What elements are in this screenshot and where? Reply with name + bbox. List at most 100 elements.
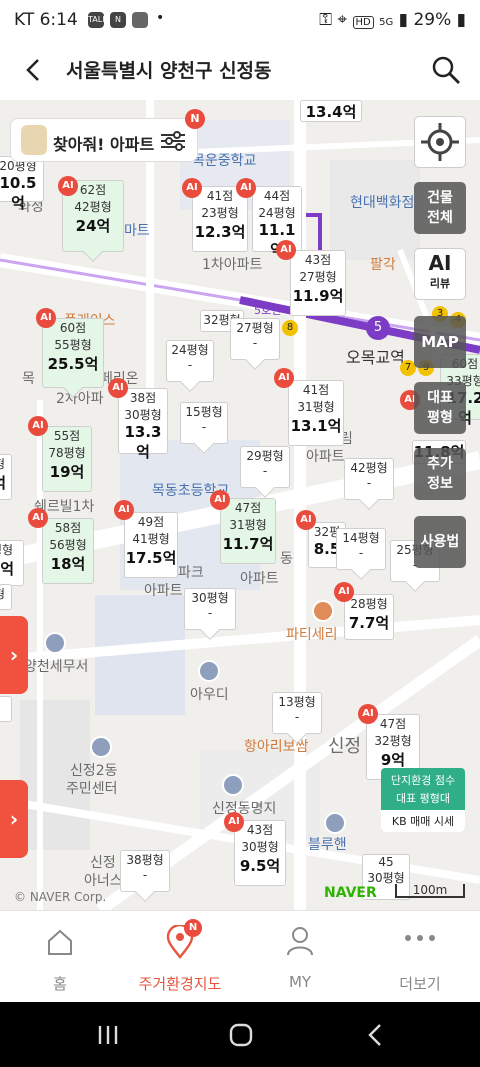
- apartment-marker[interactable]: 43점 30평형 9.5억: [234, 820, 286, 886]
- apartment-marker[interactable]: 43점 27평형 11.9억: [290, 250, 346, 316]
- poi-mok: 목: [22, 371, 35, 387]
- poi-palgak: 팔각: [370, 257, 396, 273]
- apartment-marker[interactable]: 30평형 -: [184, 588, 236, 640]
- ai-badge: AI: [334, 582, 354, 602]
- legend-size: 대표 평형대: [395, 792, 451, 805]
- apartment-marker[interactable]: 억: [0, 696, 12, 722]
- apartment-marker[interactable]: 29평형 -: [240, 446, 290, 498]
- apartment-marker[interactable]: 20평형 10.5억: [0, 156, 44, 212]
- building-all-button[interactable]: 건물 전체: [414, 182, 466, 234]
- apartment-marker[interactable]: 15평형 -: [180, 402, 228, 454]
- how-to-use-button[interactable]: 사용법: [414, 516, 466, 568]
- apartment-marker[interactable]: 38점 30평형 13.3억: [118, 388, 168, 461]
- apartment-marker[interactable]: 27평형 -: [230, 318, 280, 370]
- community-center-icon: [90, 736, 112, 758]
- bottom-navigation: 홈 N 주거환경지도 MY 더보기: [0, 910, 480, 1002]
- dot-icon: •: [156, 10, 165, 26]
- recent-apps-icon[interactable]: [96, 1024, 120, 1046]
- poi-school-mogun: 목운중학교: [192, 153, 257, 169]
- ai-review-button[interactable]: AI 리뷰: [414, 248, 466, 300]
- talk-icon: TALK: [88, 12, 107, 28]
- app-icon: [132, 12, 148, 28]
- home-icon: [48, 929, 72, 955]
- back-system-icon[interactable]: [364, 1022, 388, 1048]
- apartment-marker[interactable]: 55점 78평형 19억: [42, 426, 92, 492]
- ai-badge: AI: [182, 178, 202, 198]
- map-legend: 단지환경 점수 대표 평형대 KB 매매 시세: [381, 768, 465, 832]
- ai-badge: AI: [114, 500, 134, 520]
- poi-audi: 아우디: [190, 687, 229, 703]
- back-arrow-icon: [26, 59, 39, 81]
- apartment-marker[interactable]: 60점 55평형 25.5억: [42, 318, 104, 398]
- apartment-marker[interactable]: 평형: [0, 584, 12, 610]
- ai-badge: AI: [296, 510, 316, 530]
- current-location-button[interactable]: [414, 116, 466, 168]
- nav-more[interactable]: 더보기: [360, 911, 480, 1003]
- poi-tax-office: 양천세무서: [24, 659, 89, 675]
- poi-line5: 5호선: [254, 304, 282, 317]
- battery-percent: 29%: [413, 10, 452, 30]
- apartment-marker[interactable]: 14평형 -: [336, 528, 386, 580]
- ai-badge: AI: [224, 812, 244, 832]
- poi-park: 파크: [178, 565, 204, 581]
- representative-size-button[interactable]: 대표 평형: [414, 382, 466, 434]
- key-icon: ⚿: [319, 10, 333, 30]
- search-button[interactable]: [430, 54, 462, 86]
- bluehands-icon: [324, 812, 346, 834]
- poi-station: 오목교역: [346, 348, 405, 367]
- map-type-button[interactable]: MAP: [414, 316, 466, 368]
- ai-badge: AI: [274, 368, 294, 388]
- nav-home[interactable]: 홈: [0, 911, 120, 1003]
- poi-department-store: 현대백화점: [350, 195, 415, 211]
- more-dots-icon: [405, 935, 435, 941]
- naver-icon: N: [110, 12, 126, 28]
- additional-info-button[interactable]: 추가 정보: [414, 448, 466, 500]
- app-header: 서울특별시 양천구 신정동: [0, 42, 480, 100]
- find-apartment-button[interactable]: 찾아줘! 아파트 N: [10, 109, 205, 162]
- nav-my[interactable]: MY: [240, 911, 360, 1003]
- side-panel-toggle[interactable]: ›: [0, 780, 28, 858]
- search-icon: [432, 56, 460, 84]
- new-badge: N: [184, 919, 202, 937]
- 5g-icon: 5G: [379, 17, 394, 28]
- system-navigation-bar: [0, 1002, 480, 1067]
- poi-mart: 마트: [124, 223, 150, 239]
- poi-sinjeong: 신정: [328, 736, 362, 757]
- apartment-marker[interactable]: 44점24평형11.1억: [252, 186, 302, 259]
- ai-badge: AI: [58, 176, 78, 196]
- apartment-marker[interactable]: 평형8억: [0, 540, 24, 586]
- apartment-marker[interactable]: 24평형 -: [166, 340, 214, 392]
- ai-badge: AI: [276, 240, 296, 260]
- apartment-marker[interactable]: 평형6억: [0, 454, 12, 500]
- legend-score: 단지환경 점수: [390, 774, 456, 787]
- apartment-marker[interactable]: 58점 56평형 18억: [42, 518, 94, 584]
- apartment-marker[interactable]: 13.4억: [300, 100, 362, 122]
- back-button[interactable]: [18, 54, 48, 86]
- ai-badge: AI: [358, 704, 378, 724]
- poi-patisserie: 파티세리: [286, 627, 338, 643]
- legend-kb: KB 매매 시세: [381, 810, 465, 832]
- poi-center-line2: 주민센터: [66, 781, 118, 797]
- apartment-marker[interactable]: 42평형 -: [344, 458, 394, 510]
- hd-icon: HD: [352, 16, 374, 29]
- side-panel-toggle[interactable]: ›: [0, 616, 28, 694]
- car-icon: [198, 660, 220, 682]
- nav-living-environment-map[interactable]: N 주거환경지도: [120, 911, 240, 1003]
- apartment-marker[interactable]: 13평형 -: [272, 692, 322, 744]
- apartment-marker[interactable]: 47점 31평형 11.7억: [220, 498, 276, 564]
- find-apartment-label: 찾아줘! 아파트: [53, 135, 155, 154]
- new-badge: N: [185, 109, 205, 129]
- apartment-marker[interactable]: 38평형 -: [120, 850, 170, 902]
- apartment-marker[interactable]: 28평형 7.7억: [344, 594, 394, 640]
- poi-apt-small: 아파트: [306, 449, 345, 465]
- apartment-marker[interactable]: 41점 31평형 13.1억: [288, 380, 344, 446]
- ai-badge: AI: [28, 508, 48, 528]
- map-view[interactable]: 목운중학교 현대백화점 1차아파트 팔각 오목교역 5호선 2차아파 목 페리온…: [0, 100, 480, 910]
- poi-center-line1: 신정2동: [70, 763, 118, 779]
- apartment-marker[interactable]: 49점 41평형 17.5억: [124, 512, 178, 578]
- ai-badge: AI: [28, 416, 48, 436]
- status-right: ⚿ ⌖ HD 5G ▮ 29% ▮: [319, 10, 466, 30]
- poi-apt3: 아파트: [144, 583, 183, 599]
- home-system-icon[interactable]: [228, 1022, 254, 1048]
- tax-office-icon: [44, 632, 66, 654]
